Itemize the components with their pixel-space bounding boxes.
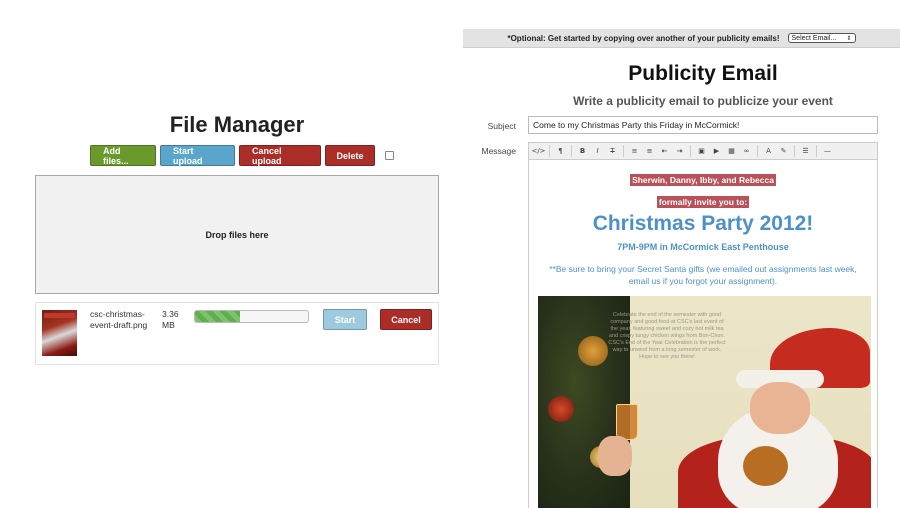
select-email-value: Select Email... bbox=[791, 34, 837, 42]
link-icon[interactable]: ∞ bbox=[739, 144, 754, 158]
bold-icon[interactable]: B bbox=[575, 144, 590, 158]
file-name: csc-christmas-event-draft.png bbox=[90, 309, 148, 330]
file-thumbnail bbox=[42, 310, 77, 356]
dropdown-arrows-icon: ⇕ bbox=[846, 35, 852, 42]
event-heading: Christmas Party 2012! bbox=[592, 212, 814, 235]
message-label: Message bbox=[481, 146, 517, 156]
subject-input[interactable] bbox=[528, 116, 878, 134]
background-color-icon[interactable]: ✎ bbox=[776, 144, 791, 158]
select-email-dropdown[interactable]: Select Email... ⇕ bbox=[787, 33, 856, 43]
drop-zone-label: Drop files here bbox=[205, 229, 269, 240]
event-time-location: 7PM-9PM in McCormick East Penthouse bbox=[617, 242, 789, 252]
start-upload-button[interactable]: Start upload bbox=[160, 145, 235, 166]
italic-icon[interactable]: I bbox=[590, 144, 605, 158]
paragraph-icon[interactable]: ¶ bbox=[553, 144, 568, 158]
ordered-list-icon[interactable]: ≡ bbox=[642, 144, 657, 158]
santa-face bbox=[750, 382, 810, 434]
font-color-icon[interactable]: A bbox=[761, 144, 776, 158]
file-manager-title: File Manager bbox=[169, 112, 305, 137]
file-row: csc-christmas-event-draft.png 3.36 MB St… bbox=[35, 302, 439, 365]
video-icon[interactable]: ▶ bbox=[709, 144, 724, 158]
subject-label: Subject bbox=[487, 121, 516, 131]
file-cancel-button[interactable]: Cancel bbox=[380, 309, 432, 330]
outdent-icon[interactable]: ⇤ bbox=[657, 144, 672, 158]
file-manager-toolbar: Add files... Start upload Cancel upload … bbox=[90, 145, 394, 166]
event-poster-image: Celebrate the end of the semester with g… bbox=[538, 296, 871, 508]
upload-progress-fill bbox=[195, 311, 241, 322]
chicken-wing bbox=[743, 446, 788, 486]
unordered-list-icon[interactable]: ≡ bbox=[627, 144, 642, 158]
file-start-button[interactable]: Start bbox=[323, 309, 367, 330]
publicity-subtitle: Write a publicity email to publicize you… bbox=[573, 94, 833, 108]
hosts-line: Sherwin, Danny, Ibby, and Rebecca bbox=[529, 170, 877, 188]
align-icon[interactable]: ☰ bbox=[798, 144, 813, 158]
drink-glass bbox=[616, 404, 638, 440]
file-size: 3.36 MB bbox=[162, 309, 179, 330]
add-files-button[interactable]: Add files... bbox=[90, 145, 156, 166]
html-source-icon[interactable]: </> bbox=[531, 144, 546, 158]
message-editor[interactable]: Sherwin, Danny, Ibby, and Rebecca formal… bbox=[528, 160, 878, 508]
santa-hand bbox=[598, 436, 632, 476]
poster-text: Celebrate the end of the semester with g… bbox=[608, 312, 726, 360]
delete-button[interactable]: Delete bbox=[325, 145, 375, 166]
editor-toolbar: </> ¶ B I T ≡ ≡ ⇤ ⇥ ▣ ▶ ▦ ∞ A ✎ ☰ — bbox=[528, 142, 878, 160]
upload-progress-bar bbox=[194, 310, 309, 323]
select-all-checkbox[interactable] bbox=[385, 151, 394, 160]
publicity-title: Publicity Email bbox=[628, 62, 778, 85]
indent-icon[interactable]: ⇥ bbox=[672, 144, 687, 158]
copy-email-text: *Optional: Get started by copying over a… bbox=[507, 33, 780, 43]
hosts-text: Sherwin, Danny, Ibby, and Rebecca bbox=[630, 174, 776, 186]
image-icon[interactable]: ▣ bbox=[694, 144, 709, 158]
invite-line: formally invite you to: bbox=[529, 192, 877, 210]
cancel-upload-button[interactable]: Cancel upload bbox=[239, 145, 321, 166]
horizontal-rule-icon[interactable]: — bbox=[820, 144, 835, 158]
table-icon[interactable]: ▦ bbox=[724, 144, 739, 158]
drop-zone[interactable]: Drop files here bbox=[35, 175, 439, 294]
invite-text: formally invite you to: bbox=[656, 196, 750, 208]
event-note: **Be sure to bring your Secret Santa gif… bbox=[549, 264, 857, 286]
strikethrough-icon[interactable]: T bbox=[605, 144, 620, 158]
copy-email-bar: *Optional: Get started by copying over a… bbox=[463, 29, 900, 48]
